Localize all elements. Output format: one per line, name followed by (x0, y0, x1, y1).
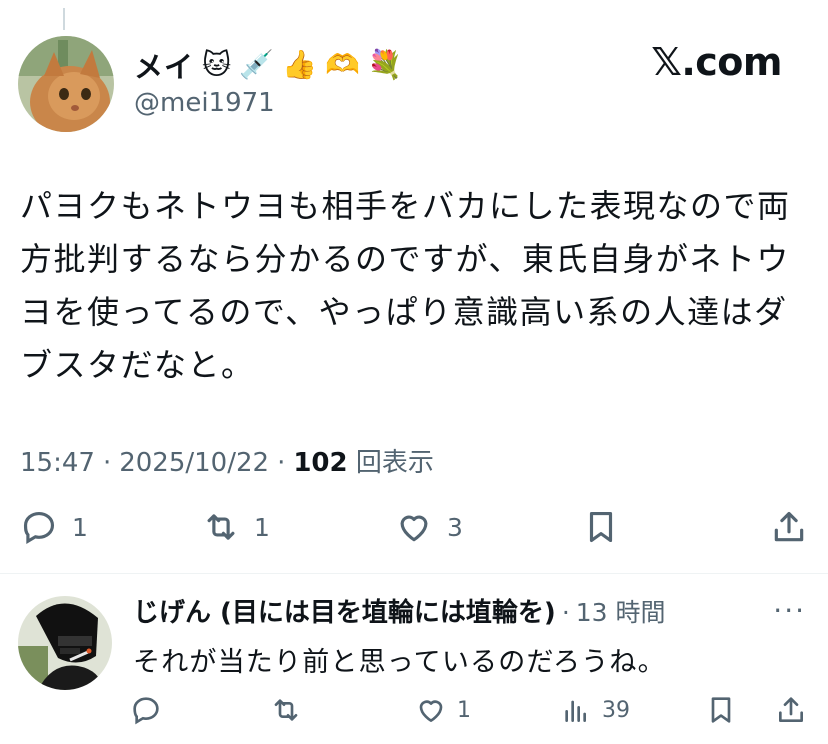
share-icon (779, 697, 803, 722)
bouquet-emoji-icon: 💐 (367, 48, 403, 81)
views-count: 102 (293, 448, 348, 478)
author-avatar[interactable] (18, 36, 114, 132)
like-icon (419, 700, 443, 722)
character-avatar-image (18, 596, 112, 690)
like-icon (400, 515, 428, 542)
share-button[interactable] (770, 508, 808, 546)
like-count: 3 (447, 512, 463, 542)
more-icon[interactable]: ··· (773, 594, 806, 627)
views-icon (565, 700, 586, 722)
reply-author-avatar[interactable] (18, 596, 112, 690)
post-metadata: 15:47 · 2025/10/22 · 102 回表示 (20, 442, 434, 479)
repost-button[interactable]: 1 (202, 508, 270, 546)
reply-time[interactable]: 13 時間 (576, 593, 666, 629)
reply-header: じげん (目には目を埴輪には埴輪を) · 13 時間 (133, 592, 666, 629)
bookmark-icon (711, 697, 731, 723)
like-button[interactable]: 3 (395, 508, 463, 546)
reply-text: それが当たり前と思っているのだろうね。 (133, 647, 666, 678)
post-action-bar: 1 1 3 (20, 508, 810, 552)
author-name-row: メイ 🐱 💉 👍 🫶 💐 (134, 44, 403, 86)
share-icon (774, 511, 804, 542)
syringe-emoji-icon: 💉 (239, 48, 275, 81)
post-date[interactable]: 2025/10/22 (119, 448, 269, 478)
reply-action-bar: 1 39 (130, 694, 810, 734)
reply-like-button[interactable]: 1 (415, 694, 471, 726)
reply-reply-button[interactable] (130, 694, 162, 726)
reply-bookmark-button[interactable] (705, 694, 737, 726)
bookmark-button[interactable] (582, 508, 620, 546)
views-label: 回表示 (355, 448, 434, 478)
reply-separator: · (561, 598, 570, 627)
repost-icon (207, 514, 235, 540)
reply-repost-button[interactable] (270, 694, 302, 726)
reply-views-button[interactable]: 39 (560, 694, 630, 726)
post-time[interactable]: 15:47 (20, 448, 95, 478)
reply-share-button[interactable] (775, 694, 807, 726)
author-display-name[interactable]: メイ (134, 44, 194, 86)
meta-separator: · (277, 448, 286, 478)
x-logo: 𝕏.com (651, 40, 782, 84)
repost-count: 1 (254, 512, 270, 542)
author-handle[interactable]: @mei1971 (134, 88, 275, 118)
heart-hands-emoji-icon: 🫶 (324, 48, 360, 81)
reply-icon (133, 697, 159, 725)
cat-emoji-icon: 🐱 (202, 48, 232, 81)
meta-separator: · (102, 448, 112, 478)
reply-icon (23, 511, 55, 545)
reply-count: 1 (72, 512, 88, 542)
reply-like-count: 1 (457, 697, 471, 723)
repost-icon (274, 699, 298, 721)
thread-connector (63, 8, 65, 30)
cat-avatar-image (18, 36, 114, 132)
reply-views-count: 39 (602, 697, 630, 723)
section-divider (0, 573, 828, 574)
reply-button[interactable]: 1 (20, 508, 88, 546)
post-text: パヨクもネトウヨも相手をバカにした表現なので両方批判するなら分かるのですが、東氏… (20, 187, 791, 384)
thumbs-up-emoji-icon: 👍 (282, 48, 317, 81)
bookmark-icon (589, 511, 613, 543)
reply-display-name[interactable]: じげん (目には目を埴輪には埴輪を) (133, 592, 556, 629)
